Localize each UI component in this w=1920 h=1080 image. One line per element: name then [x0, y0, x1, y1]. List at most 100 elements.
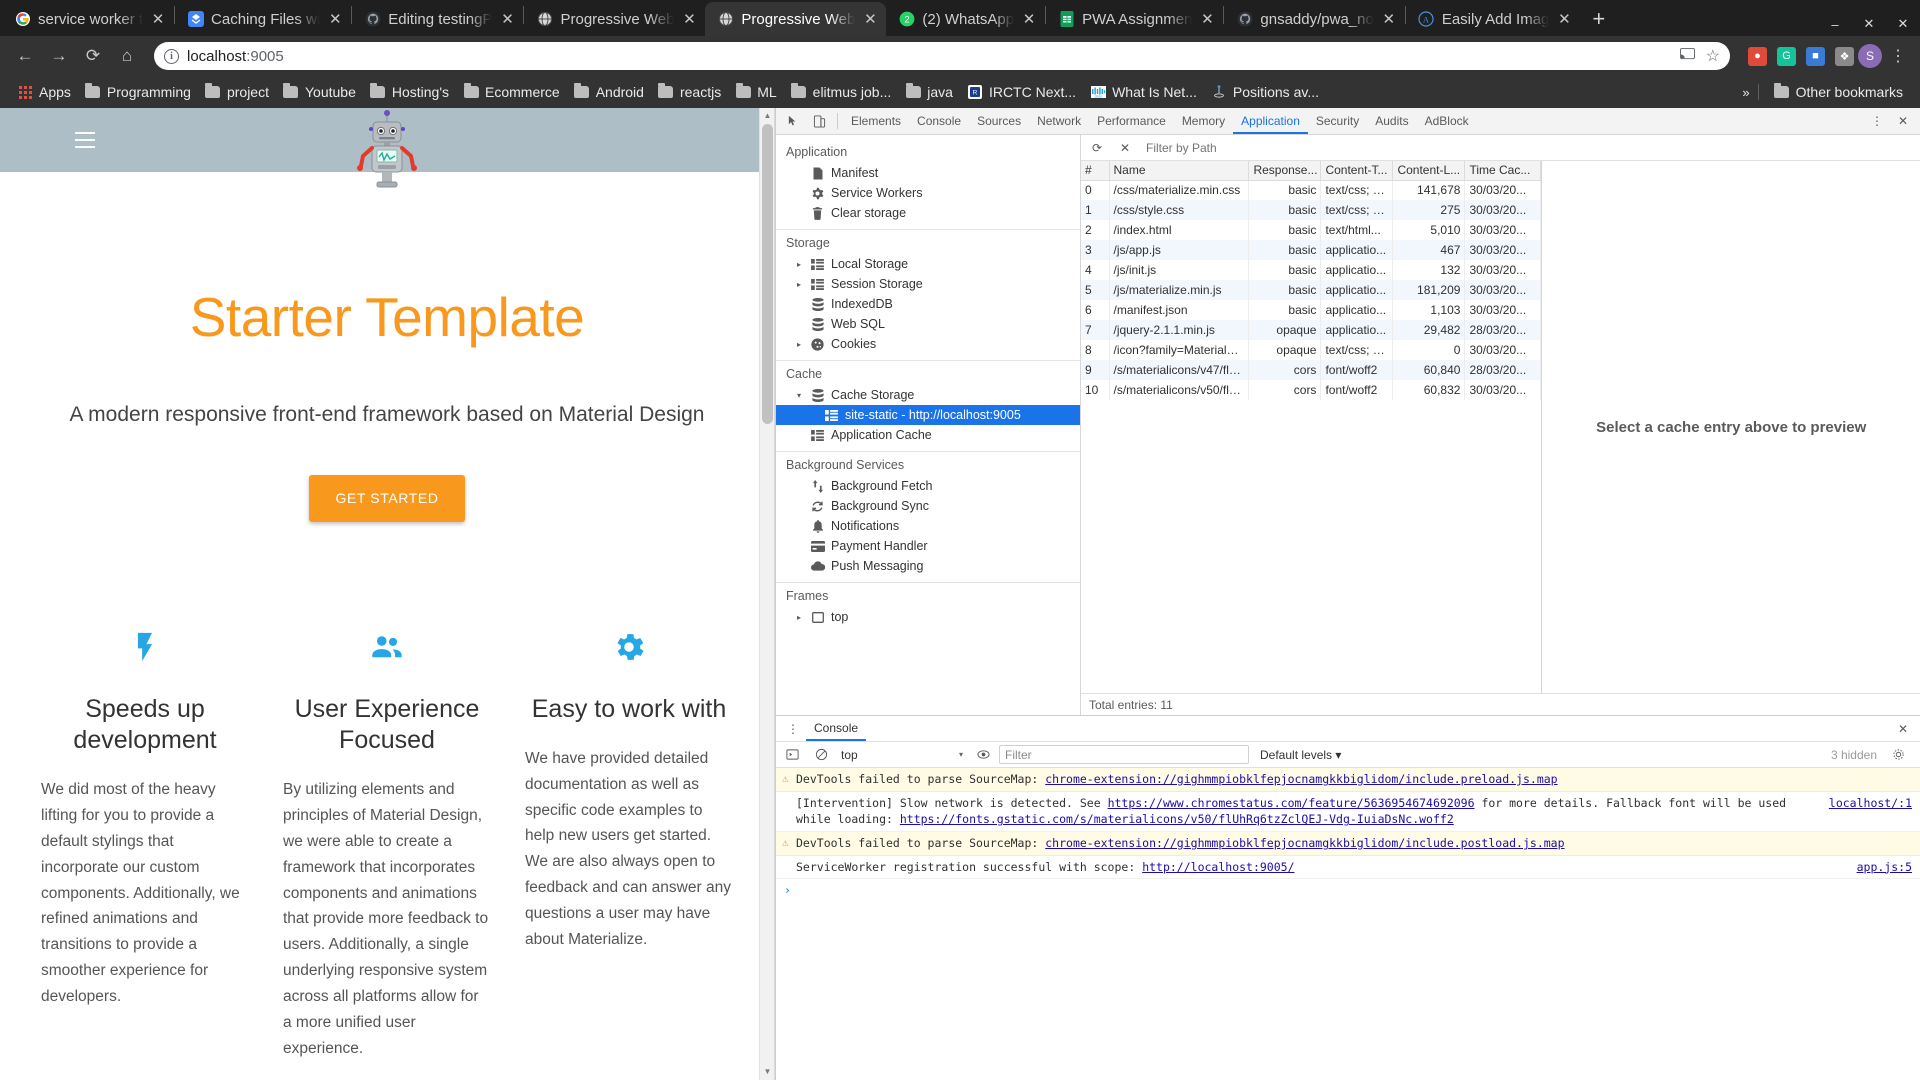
devtools-tab-console[interactable]: Console — [909, 108, 969, 134]
sidebar-item[interactable]: Clear storage — [776, 203, 1080, 223]
console-link[interactable]: https://www.chromestatus.com/feature/563… — [1108, 796, 1475, 810]
bookmark-item[interactable]: Apps — [10, 81, 78, 103]
console-filter-input[interactable]: Filter — [999, 745, 1249, 764]
browser-menu-icon[interactable]: ⋮ — [1886, 46, 1910, 66]
browser-tab[interactable]: service worker t ✕ — [2, 2, 174, 36]
console-source-link[interactable]: localhost/:1 — [1829, 795, 1912, 828]
close-window-button[interactable]: ✕ — [1886, 16, 1920, 32]
table-row[interactable]: 1/css/style.css basic text/css; c... 275 30/… — [1081, 200, 1542, 220]
devtools-tab-application[interactable]: Application — [1233, 108, 1308, 134]
tab-close-icon[interactable]: ✕ — [327, 12, 343, 27]
sidebar-item[interactable]: Payment Handler — [776, 536, 1080, 556]
scroll-up-icon[interactable]: ▲ — [760, 108, 774, 124]
bookmark-item[interactable]: Youtube — [276, 81, 363, 103]
table-row[interactable]: 8/icon?family=Material+Icons opaque text/c… — [1081, 340, 1542, 360]
console-context-select[interactable]: top ▾ — [837, 745, 967, 764]
devtools-tab-security[interactable]: Security — [1308, 108, 1367, 134]
bookmark-star-icon[interactable]: ☆ — [1706, 46, 1720, 66]
devtools-close-icon[interactable]: ✕ — [1890, 109, 1916, 133]
table-column-header[interactable]: Content-T... — [1320, 161, 1394, 181]
adblock-icon[interactable]: ● — [1748, 46, 1767, 66]
table-column-header[interactable]: Time Cac... — [1464, 161, 1542, 181]
console-link-2[interactable]: https://fonts.gstatic.com/s/materialicon… — [900, 812, 1454, 826]
table-column-header[interactable]: Name — [1109, 161, 1250, 181]
table-row[interactable]: 2/index.html basic text/html... 5,010 30/03/… — [1081, 220, 1542, 240]
sidebar-item[interactable]: ▸ top — [776, 607, 1080, 627]
browser-tab[interactable]: PWA Assignmen ✕ — [1046, 2, 1223, 36]
bookmark-item[interactable]: java — [898, 81, 960, 103]
console-prompt[interactable]: › — [776, 879, 1920, 901]
sidebar-item[interactable]: Background Sync — [776, 496, 1080, 516]
device-toolbar-icon[interactable] — [806, 109, 832, 133]
tab-close-icon[interactable]: ✕ — [1199, 12, 1215, 27]
browser-tab[interactable]: Editing testingP ✕ — [352, 2, 523, 36]
avatar[interactable]: S — [1858, 44, 1882, 68]
sidebar-item[interactable]: Notifications — [776, 516, 1080, 536]
bookmark-item[interactable]: R IRCTC Next... — [960, 81, 1083, 103]
table-row[interactable]: 6/manifest.json basic applicatio... 1,103 30… — [1081, 300, 1542, 320]
browser-tab[interactable]: Progressive Web ✕ — [524, 2, 705, 36]
clear-console-icon[interactable] — [808, 743, 834, 767]
browser-tab[interactable]: gnsaddy/pwa_no ✕ — [1224, 2, 1404, 36]
devtools-tab-elements[interactable]: Elements — [843, 108, 909, 134]
page-scrollbar[interactable]: ▲ ▼ — [759, 108, 774, 1080]
twisty-icon[interactable]: ▸ — [794, 260, 804, 269]
new-tab-button[interactable]: + — [1580, 8, 1617, 30]
browser-tab[interactable]: Caching Files wi ✕ — [175, 2, 351, 36]
back-icon[interactable]: ← — [10, 41, 40, 71]
sidebar-item[interactable]: Service Workers — [776, 183, 1080, 203]
scroll-down-icon[interactable]: ▼ — [760, 1064, 774, 1080]
gear-icon[interactable] — [1885, 743, 1911, 767]
cache-filter-input[interactable] — [1140, 140, 1917, 155]
get-started-button[interactable]: GET STARTED — [309, 474, 465, 522]
sidebar-item[interactable]: Push Messaging — [776, 556, 1080, 576]
tab-close-icon[interactable]: ✕ — [1021, 12, 1037, 27]
devtools-tab-performance[interactable]: Performance — [1089, 108, 1174, 134]
sidebar-item[interactable]: Application Cache — [776, 425, 1080, 445]
tab-close-icon[interactable]: ✕ — [681, 12, 697, 27]
twisty-icon[interactable]: ▾ — [794, 391, 804, 400]
table-column-header[interactable]: Response... — [1248, 161, 1322, 181]
bookmark-item[interactable]: Positions av... — [1204, 81, 1326, 103]
bookmark-item[interactable]: ML — [728, 81, 783, 103]
drawer-menu-icon[interactable]: ⋮ — [780, 717, 806, 741]
tab-close-icon[interactable]: ✕ — [1556, 12, 1572, 27]
address-bar[interactable]: i localhost:9005 ☆ — [154, 42, 1730, 70]
bookmark-item[interactable]: Ecommerce — [456, 81, 567, 103]
table-row[interactable]: 7/jquery-2.1.1.min.js opaque applicatio...… — [1081, 320, 1542, 340]
browser-tab[interactable]: 2 (2) WhatsApp ✕ — [886, 2, 1045, 36]
inspect-element-icon[interactable] — [780, 109, 806, 133]
bookmark-item[interactable]: elitmus job... — [784, 81, 899, 103]
sidebar-item[interactable]: site-static - http://localhost:9005 — [776, 405, 1080, 425]
bookmark-item[interactable]: reactjs — [651, 81, 728, 103]
bookmarks-overflow-icon[interactable]: » — [1742, 85, 1749, 100]
sidebar-item[interactable]: Background Fetch — [776, 476, 1080, 496]
console-source-link[interactable]: app.js:5 — [1857, 859, 1912, 876]
other-bookmarks-folder[interactable]: Other bookmarks — [1767, 81, 1910, 103]
sidebar-item[interactable]: ▾ Cache Storage — [776, 385, 1080, 405]
execute-icon[interactable] — [779, 743, 805, 767]
minimize-button[interactable]: – — [1818, 17, 1852, 32]
devtools-tab-network[interactable]: Network — [1029, 108, 1089, 134]
sidebar-item[interactable]: ▸ Local Storage — [776, 254, 1080, 274]
refresh-cache-icon[interactable]: ⟳ — [1084, 136, 1110, 160]
table-row[interactable]: 3/js/app.js basic applicatio... 467 30/03/20… — [1081, 240, 1542, 260]
sidebar-item[interactable]: IndexedDB — [776, 294, 1080, 314]
eye-icon[interactable] — [970, 743, 996, 767]
console-link[interactable]: chrome-extension://gighmmpiobklfepjocnam… — [1045, 836, 1564, 850]
drawer-close-icon[interactable]: ✕ — [1890, 717, 1916, 741]
browser-tab[interactable]: Progressive Web ✕ — [705, 2, 887, 36]
tab-close-icon[interactable]: ✕ — [1381, 12, 1397, 27]
twisty-icon[interactable]: ▸ — [794, 280, 804, 289]
sidebar-item[interactable]: ▸ Session Storage — [776, 274, 1080, 294]
sidebar-item[interactable]: ▸ Cookies — [776, 334, 1080, 354]
devtools-more-icon[interactable]: ⋮ — [1864, 109, 1890, 133]
reload-icon[interactable]: ⟳ — [78, 41, 108, 71]
devtools-tab-memory[interactable]: Memory — [1174, 108, 1233, 134]
console-levels-select[interactable]: Default levels ▾ — [1252, 748, 1349, 762]
table-column-header[interactable]: # — [1081, 161, 1110, 181]
tab-console[interactable]: Console — [806, 716, 866, 741]
hamburger-menu-icon[interactable] — [75, 132, 95, 148]
twisty-icon[interactable]: ▸ — [794, 613, 804, 622]
tab-close-icon[interactable]: ✕ — [150, 12, 166, 27]
